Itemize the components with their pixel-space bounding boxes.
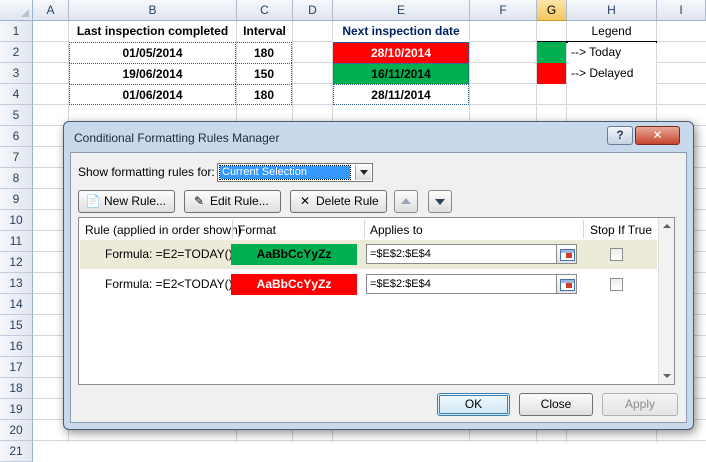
row-header-11[interactable]: 11 bbox=[0, 231, 33, 252]
rule-row[interactable]: Formula: =E2<TODAY() AaBbCcYyZz =$E$2:$E… bbox=[80, 270, 657, 299]
th-separator bbox=[364, 220, 365, 238]
cell-e2[interactable]: 28/10/2014 bbox=[333, 42, 469, 63]
cell-e1[interactable]: Next inspection date bbox=[333, 21, 469, 42]
cell-c3[interactable]: 150 bbox=[237, 63, 292, 84]
rules-table: Rule (applied in order shown) Format App… bbox=[78, 217, 675, 385]
legend-label-delayed: --> Delayed bbox=[568, 63, 656, 84]
cell-b1[interactable]: Last inspection completed bbox=[69, 21, 236, 42]
cell-c2[interactable]: 180 bbox=[237, 42, 292, 63]
dialog-body: Show formatting rules for: Current Selec… bbox=[70, 152, 687, 423]
column-header-e[interactable]: E bbox=[333, 0, 470, 21]
help-button[interactable]: ? bbox=[607, 126, 633, 145]
format-preview: AaBbCcYyZz bbox=[231, 244, 357, 265]
cell-b2[interactable]: 01/05/2014 bbox=[69, 42, 236, 63]
chevron-down-icon[interactable] bbox=[355, 165, 371, 180]
row-header-6[interactable]: 6 bbox=[0, 126, 33, 147]
row-header-8[interactable]: 8 bbox=[0, 168, 33, 189]
row-header-1[interactable]: 1 bbox=[0, 21, 33, 42]
column-header-f[interactable]: F bbox=[470, 0, 537, 21]
cell-c1[interactable]: Interval bbox=[237, 21, 292, 42]
th-separator bbox=[583, 220, 584, 238]
row-header-16[interactable]: 16 bbox=[0, 336, 33, 357]
new-rule-button[interactable]: 📄 New Rule... bbox=[78, 190, 175, 213]
row-header-15[interactable]: 15 bbox=[0, 315, 33, 336]
row-header-10[interactable]: 10 bbox=[0, 210, 33, 231]
th-rule: Rule (applied in order shown) bbox=[85, 223, 242, 237]
cell-h1[interactable]: Legend bbox=[567, 21, 656, 42]
column-header-i[interactable]: I bbox=[657, 0, 706, 21]
cell-b3[interactable]: 19/06/2014 bbox=[69, 63, 236, 84]
dialog-title: Conditional Formatting Rules Manager bbox=[74, 131, 280, 145]
column-header-b[interactable]: B bbox=[69, 0, 237, 21]
apply-button[interactable]: Apply bbox=[602, 393, 678, 416]
conditional-formatting-dialog: Conditional Formatting Rules Manager ? ✕… bbox=[63, 121, 694, 430]
column-header-g[interactable]: G bbox=[537, 0, 567, 21]
applies-to-input[interactable]: =$E$2:$E$4 bbox=[366, 244, 576, 264]
cell-e4[interactable]: 28/11/2014 bbox=[333, 84, 469, 105]
scroll-down-icon[interactable] bbox=[659, 368, 675, 384]
edit-rule-label: Edit Rule... bbox=[210, 194, 269, 208]
cell-c4[interactable]: 180 bbox=[237, 84, 292, 105]
row-header-19[interactable]: 19 bbox=[0, 399, 33, 420]
row-header-17[interactable]: 17 bbox=[0, 357, 33, 378]
row-header-14[interactable]: 14 bbox=[0, 294, 33, 315]
row-header-9[interactable]: 9 bbox=[0, 189, 33, 210]
vertical-scrollbar[interactable] bbox=[658, 218, 674, 384]
rule-formula: Formula: =E2=TODAY() bbox=[105, 247, 233, 261]
cell-e3[interactable]: 16/11/2014 bbox=[333, 63, 469, 84]
new-rule-icon: 📄 bbox=[85, 194, 101, 208]
delete-rule-label: Delete Rule bbox=[316, 194, 379, 208]
legend-swatch-delayed bbox=[537, 63, 566, 84]
legend-label-today: --> Today bbox=[568, 42, 656, 63]
scroll-up-icon[interactable] bbox=[659, 218, 675, 234]
column-header-a[interactable]: A bbox=[33, 0, 69, 21]
rule-formula: Formula: =E2<TODAY() bbox=[105, 277, 233, 291]
row-header-5[interactable]: 5 bbox=[0, 105, 33, 126]
ok-button[interactable]: OK bbox=[437, 393, 510, 416]
show-rules-value: Current Selection bbox=[219, 165, 351, 180]
close-icon[interactable]: ✕ bbox=[635, 126, 680, 145]
th-separator bbox=[232, 220, 233, 238]
stop-if-true-checkbox[interactable] bbox=[610, 278, 623, 291]
row-header-2[interactable]: 2 bbox=[0, 42, 33, 63]
format-preview: AaBbCcYyZz bbox=[231, 274, 357, 295]
column-header-d[interactable]: D bbox=[293, 0, 333, 21]
show-rules-label: Show formatting rules for: bbox=[78, 165, 215, 179]
applies-to-input[interactable]: =$E$2:$E$4 bbox=[366, 274, 576, 294]
row-header-7[interactable]: 7 bbox=[0, 147, 33, 168]
rule-row[interactable]: Formula: =E2=TODAY() AaBbCcYyZz =$E$2:$E… bbox=[80, 240, 657, 269]
column-header-h[interactable]: H bbox=[567, 0, 657, 21]
row-header-12[interactable]: 12 bbox=[0, 252, 33, 273]
delete-rule-button[interactable]: ✕ Delete Rule bbox=[290, 190, 387, 213]
edit-rule-button[interactable]: ✎ Edit Rule... bbox=[184, 190, 281, 213]
range-select-icon[interactable] bbox=[556, 274, 577, 294]
show-rules-select[interactable]: Current Selection bbox=[217, 163, 373, 182]
th-stop-if-true: Stop If True bbox=[590, 223, 653, 237]
grid-line bbox=[33, 440, 706, 441]
close-button[interactable]: Close bbox=[519, 393, 593, 416]
stop-if-true-checkbox[interactable] bbox=[610, 248, 623, 261]
select-all-corner[interactable] bbox=[0, 0, 33, 21]
delete-icon: ✕ bbox=[299, 194, 311, 208]
move-up-button[interactable] bbox=[394, 190, 418, 213]
legend-swatch-today bbox=[537, 42, 566, 63]
th-format: Format bbox=[238, 223, 277, 237]
edit-rule-icon: ✎ bbox=[193, 194, 205, 208]
th-applies-to: Applies to bbox=[370, 223, 423, 237]
row-header-18[interactable]: 18 bbox=[0, 378, 33, 399]
row-header-20[interactable]: 20 bbox=[0, 420, 33, 441]
row-header-4[interactable]: 4 bbox=[0, 84, 33, 105]
move-down-button[interactable] bbox=[428, 190, 452, 213]
column-header-c[interactable]: C bbox=[237, 0, 293, 21]
row-header-3[interactable]: 3 bbox=[0, 63, 33, 84]
cell-b4[interactable]: 01/06/2014 bbox=[69, 84, 236, 105]
row-header-21[interactable]: 21 bbox=[0, 441, 33, 462]
row-header-13[interactable]: 13 bbox=[0, 273, 33, 294]
new-rule-label: New Rule... bbox=[104, 194, 167, 208]
range-select-icon[interactable] bbox=[556, 244, 577, 264]
